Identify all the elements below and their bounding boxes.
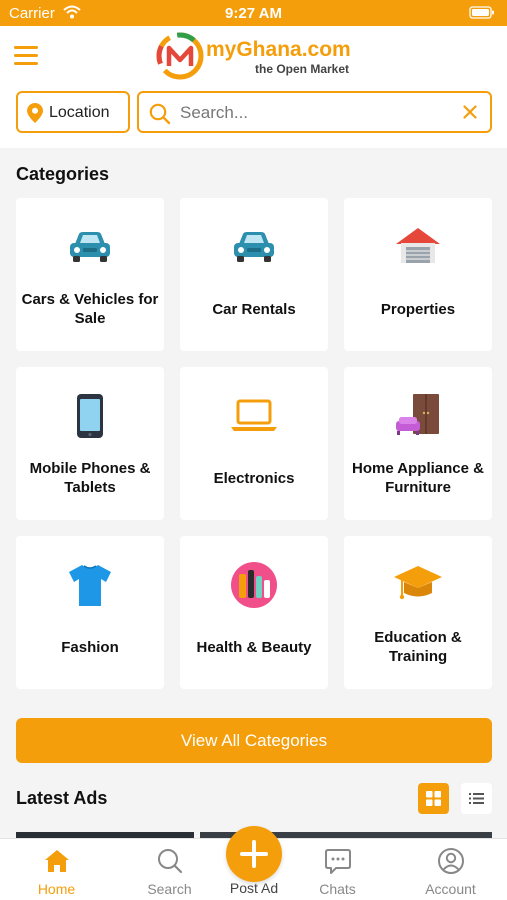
brand-logo-icon bbox=[156, 32, 204, 80]
grid-icon bbox=[426, 791, 441, 806]
view-all-categories-button[interactable]: View All Categories bbox=[16, 718, 492, 763]
status-bar: Carrier 9:27 AM bbox=[0, 0, 507, 26]
location-label: Location bbox=[49, 104, 110, 121]
location-pin-icon bbox=[27, 103, 43, 123]
graduation-cap-icon bbox=[394, 566, 442, 600]
search-icon bbox=[149, 103, 171, 125]
list-icon bbox=[469, 793, 484, 804]
category-label: Electronics bbox=[213, 469, 295, 487]
nav-label: Home bbox=[37, 881, 76, 897]
category-tile-cars-vehicles[interactable]: Cars & Vehicles for Sale bbox=[16, 198, 164, 351]
category-label: Health & Beauty bbox=[196, 638, 312, 656]
house-icon bbox=[396, 228, 440, 263]
category-label: Mobile Phones & Tablets bbox=[29, 460, 151, 496]
category-label: Cars & Vehicles for Sale bbox=[21, 291, 159, 327]
furniture-icon bbox=[396, 394, 439, 435]
categories-title: Categories bbox=[16, 164, 110, 184]
account-icon bbox=[438, 848, 464, 874]
clear-search-icon[interactable] bbox=[463, 105, 477, 119]
category-tile-properties[interactable]: Properties bbox=[344, 198, 492, 351]
nav-home[interactable]: Home bbox=[6, 839, 107, 900]
battery-icon bbox=[469, 6, 494, 19]
search-input[interactable] bbox=[180, 100, 450, 126]
car-icon bbox=[70, 232, 110, 262]
category-label: Fashion bbox=[61, 638, 119, 656]
location-button[interactable]: Location bbox=[16, 91, 130, 133]
post-ad-button[interactable] bbox=[226, 826, 282, 882]
grid-view-toggle[interactable] bbox=[418, 783, 449, 814]
list-view-toggle[interactable] bbox=[461, 783, 492, 814]
hamburger-menu-icon[interactable] bbox=[14, 46, 38, 66]
category-tile-home-appliance[interactable]: Home Appliance & Furniture bbox=[344, 367, 492, 520]
category-label: Car Rentals bbox=[212, 300, 296, 318]
category-label: Home Appliance & Furniture bbox=[352, 460, 484, 496]
tshirt-icon bbox=[69, 565, 111, 606]
brand-name: myGhana.com bbox=[206, 38, 351, 61]
latest-ads-title: Latest Ads bbox=[16, 788, 108, 808]
category-label: Education & Training bbox=[374, 629, 462, 665]
chat-icon bbox=[325, 849, 351, 874]
car-icon bbox=[234, 232, 274, 262]
category-label: Properties bbox=[380, 300, 456, 318]
home-icon bbox=[45, 850, 69, 872]
nav-account[interactable]: Account bbox=[400, 839, 501, 900]
category-tile-electronics[interactable]: Electronics bbox=[180, 367, 328, 520]
brand-tagline: the Open Market bbox=[255, 62, 350, 76]
search-row: Location bbox=[0, 86, 507, 148]
plus-icon bbox=[240, 840, 268, 868]
category-tile-mobile-phones[interactable]: Mobile Phones & Tablets bbox=[16, 367, 164, 520]
app-header: myGhana.com the Open Market bbox=[0, 26, 507, 86]
post-ad-label: Post Ad bbox=[229, 880, 279, 896]
nav-label: Account bbox=[425, 881, 476, 897]
search-icon bbox=[158, 849, 183, 874]
category-tile-fashion[interactable]: Fashion bbox=[16, 536, 164, 689]
category-tile-education[interactable]: Education & Training bbox=[344, 536, 492, 689]
category-tile-car-rentals[interactable]: Car Rentals bbox=[180, 198, 328, 351]
search-box bbox=[137, 91, 492, 133]
phone-icon bbox=[77, 394, 103, 438]
status-time: 9:27 AM bbox=[225, 5, 282, 22]
cosmetics-icon bbox=[231, 562, 277, 608]
category-tile-health-beauty[interactable]: Health & Beauty bbox=[180, 536, 328, 689]
laptop-icon bbox=[231, 399, 277, 431]
